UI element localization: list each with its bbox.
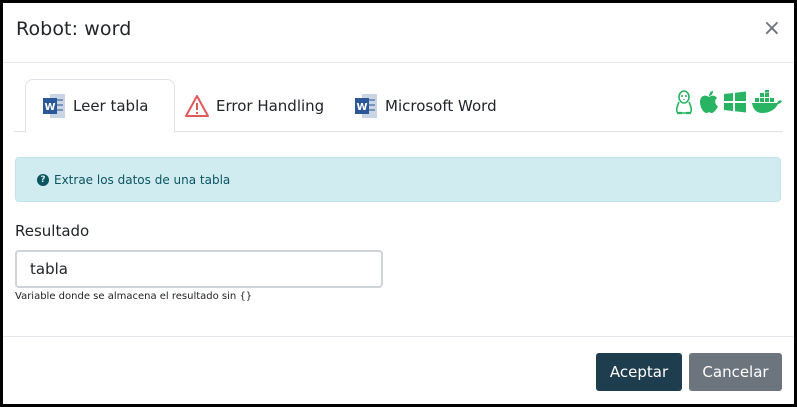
svg-text:W: W xyxy=(356,102,367,113)
resultado-input[interactable] xyxy=(15,250,383,288)
question-circle-icon: ? xyxy=(37,173,49,186)
robot-dialog: Robot: word × W Leer tabla Error Handlin… xyxy=(3,3,794,404)
info-alert: ? Extrae los datos de una tabla xyxy=(15,157,781,202)
word-doc-icon: W xyxy=(43,94,65,118)
tab-leer-tabla[interactable]: W Leer tabla xyxy=(25,79,175,133)
dialog-header: Robot: word × xyxy=(3,3,794,63)
windows-icon xyxy=(724,91,746,113)
warning-triangle-icon xyxy=(185,94,209,117)
accept-button[interactable]: Aceptar xyxy=(596,353,682,391)
resultado-label: Resultado xyxy=(15,222,90,240)
dialog-title: Robot: word xyxy=(16,18,132,40)
linux-icon xyxy=(675,90,693,115)
alert-text: Extrae los datos de una tabla xyxy=(54,172,231,187)
tab-label: Error Handling xyxy=(216,96,325,115)
tab-label: Microsoft Word xyxy=(385,96,497,115)
tab-label: Leer tabla xyxy=(73,97,149,115)
tab-error-handling[interactable]: Error Handling xyxy=(179,79,339,132)
dialog-footer: Aceptar Cancelar xyxy=(3,336,794,404)
docker-icon xyxy=(752,90,782,113)
tab-microsoft-word[interactable]: W Microsoft Word xyxy=(352,79,522,132)
tab-bar: W Leer tabla Error Handling W Microsoft … xyxy=(14,79,783,133)
cancel-button[interactable]: Cancelar xyxy=(689,353,782,391)
word-doc-icon: W xyxy=(355,93,377,118)
apple-icon xyxy=(700,91,718,113)
close-icon[interactable]: × xyxy=(763,18,781,40)
os-icons xyxy=(673,89,783,115)
resultado-help-text: Variable donde se almacena el resultado … xyxy=(15,291,253,302)
svg-text:W: W xyxy=(44,102,55,113)
